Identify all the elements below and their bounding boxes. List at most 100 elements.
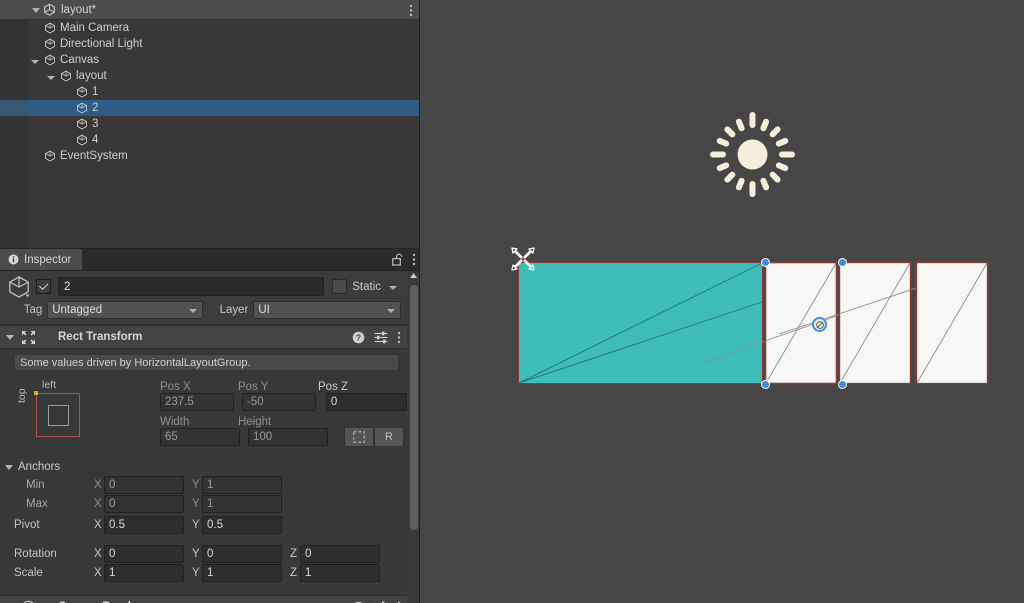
rect-transform-foldout-arrow[interactable] — [6, 331, 14, 343]
blueprint-mode-button[interactable] — [344, 426, 374, 447]
hierarchy-kebab-menu-icon[interactable] — [409, 4, 413, 17]
rotation-y-axis: Y — [192, 547, 200, 560]
anchor-min-y-field[interactable]: 1 — [202, 475, 282, 494]
gameobject-name-field[interactable]: 2 — [58, 277, 325, 296]
hierarchy-item-eventsystem[interactable]: EventSystem — [0, 148, 420, 164]
static-checkbox[interactable] — [332, 279, 348, 294]
anchor-min-label: Min — [26, 478, 45, 491]
ui-layout-group — [511, 247, 998, 389]
inspector-content: 2 Static Tag Untagged Layer UI Rect Tran… — [0, 271, 408, 603]
scale-x-value: 1 — [109, 566, 116, 579]
scale-row: Scale X 1 Y 1 Z 1 — [0, 563, 407, 582]
hierarchy-item-main-camera[interactable]: Main Camera — [0, 20, 420, 36]
selection-handle-top-right[interactable] — [837, 257, 847, 267]
rotation-z-field[interactable]: 0 — [300, 544, 380, 563]
pivot-y-field[interactable]: 0.5 — [202, 515, 282, 534]
gameobject-cube-icon — [76, 118, 88, 130]
pos-y-label: Pos Y — [238, 381, 269, 393]
hierarchy-item-canvas[interactable]: Canvas — [0, 52, 420, 68]
anchors-section-header[interactable]: Anchors — [5, 457, 407, 476]
pos-x-field[interactable]: 237.5 — [160, 392, 234, 411]
selection-handle-bottom-right[interactable] — [837, 379, 847, 389]
ui-element-1[interactable] — [518, 262, 763, 384]
tag-dropdown[interactable]: Untagged — [47, 301, 203, 319]
hierarchy-item-1[interactable]: 1 — [0, 84, 420, 100]
rotation-y-field[interactable]: 0 — [202, 544, 282, 563]
scale-x-axis: X — [94, 566, 102, 579]
anchor-top-label: top — [16, 388, 28, 403]
pivot-x-value: 0.5 — [109, 518, 125, 531]
anchor-preset-widget[interactable]: left top — [16, 379, 80, 439]
settings-preset-icon[interactable] — [374, 331, 388, 344]
inspector-kebab-menu-icon[interactable] — [412, 253, 416, 266]
rect-transform-icon — [21, 330, 36, 345]
scene-foldout-arrow[interactable] — [32, 4, 40, 16]
position-labels-row: Pos X Pos Y Pos Z — [160, 377, 407, 393]
rotation-x-field[interactable]: 0 — [104, 544, 184, 563]
component-header-canvas-renderer[interactable]: Canvas Renderer ? — [0, 595, 407, 603]
layer-label: Layer — [219, 304, 249, 316]
scrollbar-thumb[interactable] — [409, 285, 418, 530]
pivot-row: Pivot X 0.5 Y 0.5 — [0, 515, 407, 534]
hierarchy-item-layout[interactable]: layout — [0, 68, 420, 84]
hierarchy-scene-header[interactable]: layout* — [0, 0, 420, 20]
hierarchy-foldout-arrow[interactable] — [47, 71, 57, 81]
raw-edit-button[interactable]: R — [374, 426, 404, 447]
selection-handle-bottom-left[interactable] — [760, 379, 770, 389]
rect-transform-kebab-menu-icon[interactable] — [397, 331, 401, 344]
panel-divider[interactable] — [419, 0, 420, 603]
scrollbar-up-arrow-icon[interactable] — [410, 273, 417, 278]
pivot-x-field[interactable]: 0.5 — [104, 515, 184, 534]
unity-editor-window: layout* Main Camera Directional Light Canv… — [0, 0, 1024, 603]
static-dropdown-arrow-icon[interactable] — [389, 281, 397, 293]
ui-element-1-guides — [518, 262, 763, 384]
anchor-min-x-field[interactable]: 0 — [104, 475, 184, 494]
scale-z-axis: Z — [290, 566, 298, 579]
width-field[interactable]: 65 — [160, 427, 240, 446]
lock-open-icon[interactable] — [392, 253, 403, 266]
hierarchy-item-4[interactable]: 4 — [0, 132, 420, 148]
hierarchy-item-3[interactable]: 3 — [0, 116, 420, 132]
height-field[interactable]: 100 — [248, 427, 328, 446]
move-tool-gizmo-icon[interactable] — [508, 244, 538, 274]
hierarchy-item-2[interactable]: 2 — [0, 100, 420, 116]
rect-transform-title: Rect Transform — [58, 331, 143, 343]
driven-values-text: Some values driven by HorizontalLayoutGr… — [20, 356, 251, 369]
height-label: Height — [238, 416, 272, 428]
anchor-max-x-field[interactable]: 0 — [104, 494, 184, 513]
ui-element-4[interactable] — [915, 261, 989, 385]
pos-z-field[interactable]: 0 — [325, 392, 408, 411]
layer-dropdown[interactable]: UI — [253, 301, 401, 319]
scale-x-field[interactable]: 1 — [104, 563, 184, 582]
selection-handle-top-left[interactable] — [760, 257, 770, 267]
hierarchy-foldout-arrow[interactable] — [31, 55, 41, 65]
width-value: 65 — [165, 430, 178, 443]
pivot-handle[interactable] — [812, 317, 827, 332]
pos-z-value: 0 — [330, 395, 338, 408]
pos-y-field[interactable]: -50 — [241, 392, 316, 411]
pos-x-value: 237.5 — [165, 395, 194, 408]
ui-element-3[interactable] — [778, 261, 980, 385]
tab-inspector[interactable]: Inspector — [0, 249, 83, 270]
help-icon[interactable]: ? — [352, 331, 365, 344]
pivot-label: Pivot — [14, 518, 40, 531]
anchor-pivot-dot — [34, 391, 38, 395]
pivot-y-axis: Y — [192, 518, 200, 531]
chevron-down-icon — [188, 304, 197, 316]
scene-view[interactable] — [420, 0, 1024, 603]
svg-text:?: ? — [356, 332, 361, 342]
gameobject-enabled-checkbox[interactable] — [36, 279, 51, 294]
hierarchy-item-directional-light[interactable]: Directional Light — [0, 36, 420, 52]
anchor-max-row: Max X 0 Y 1 — [0, 494, 407, 513]
anchors-foldout-arrow[interactable] — [5, 461, 13, 473]
hierarchy-item-label: Main Camera — [60, 22, 130, 34]
gameobject-cube-icon — [44, 22, 56, 34]
directional-light-sun-icon[interactable] — [710, 112, 795, 197]
gameobject-cube-icon — [44, 38, 56, 50]
gameobject-cube-icon[interactable] — [6, 274, 32, 300]
anchor-max-y-field[interactable]: 1 — [202, 494, 282, 513]
component-header-rect-transform[interactable]: Rect Transform ? — [0, 325, 407, 349]
scale-y-field[interactable]: 1 — [202, 563, 282, 582]
anchor-max-y-value: 1 — [207, 497, 214, 510]
scale-z-field[interactable]: 1 — [300, 563, 380, 582]
